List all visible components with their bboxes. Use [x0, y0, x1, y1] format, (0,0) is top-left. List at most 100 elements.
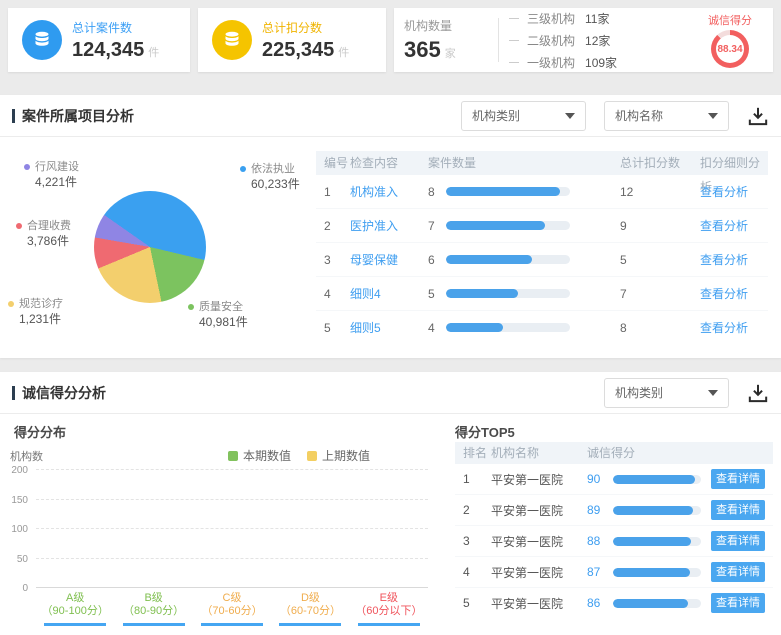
row-index: 2	[316, 219, 350, 233]
bar-track	[446, 289, 570, 298]
table-row: 3 母婴保健 6 5 查看分析	[316, 243, 768, 277]
org-level-count: 11家	[585, 10, 609, 27]
pie-chart	[94, 191, 206, 303]
bar-track	[446, 187, 570, 196]
y-tick-label: 150	[2, 495, 28, 506]
org-type-select[interactable]: 机构类别	[461, 101, 586, 131]
score-value: 87	[587, 565, 613, 579]
rank: 5	[455, 596, 491, 610]
table-header: 排名 机构名称 诚信得分	[455, 442, 773, 464]
chevron-down-icon	[708, 113, 718, 119]
column-header: 机构名称	[491, 442, 587, 464]
y-axis: 050100150200	[4, 470, 30, 588]
view-analysis-link[interactable]: 查看分析	[700, 319, 768, 336]
bar-track	[613, 599, 701, 608]
chart-title: 得分分布	[14, 422, 66, 441]
view-detail-button[interactable]: 查看详情	[711, 531, 765, 551]
bar-track	[446, 221, 570, 230]
row-index: 3	[316, 253, 350, 267]
legend-dot	[24, 164, 30, 170]
stat-card-total-deductions: 总计扣分数 225,345件	[198, 8, 386, 72]
stat-unit: 件	[338, 47, 349, 59]
pie-label: 行风建设 4,221件	[24, 160, 79, 190]
x-category-label: D级（60-70分）	[271, 592, 349, 618]
view-detail-button[interactable]: 查看详情	[711, 469, 765, 489]
stat-value: 124,345件	[72, 39, 159, 62]
rank: 3	[455, 534, 491, 548]
column-header: 排名	[455, 442, 491, 464]
view-analysis-link[interactable]: 查看分析	[700, 251, 768, 268]
deduct-value: 7	[620, 287, 700, 301]
gauge-value: 88.34	[716, 35, 744, 63]
section-title: 诚信得分分析	[22, 383, 106, 403]
check-item-link[interactable]: 细则5	[350, 319, 428, 336]
check-item-link[interactable]: 母婴保健	[350, 251, 428, 268]
case-panel-content: 依法执业 60,233件 质量安全 40,981件 规范诊疗 1,231件 合理…	[0, 137, 781, 357]
download-button[interactable]	[747, 106, 769, 126]
check-item-link[interactable]: 医护准入	[350, 217, 428, 234]
org-name: 平安第一医院	[491, 471, 587, 488]
legend-item: 上期数值	[307, 447, 370, 464]
legend-item: 本期数值	[228, 447, 291, 464]
org-level-count: 12家	[585, 32, 610, 49]
column-header: 总计扣分数	[620, 151, 700, 175]
org-name-select[interactable]: 机构名称	[604, 101, 729, 131]
bar-track	[613, 475, 701, 484]
table-row: 2 平安第一医院 89 查看详情	[455, 495, 773, 526]
org-name: 平安第一医院	[491, 564, 587, 581]
stat-value: 365家	[404, 37, 488, 63]
view-analysis-link[interactable]: 查看分析	[700, 183, 768, 200]
deduct-value: 9	[620, 219, 700, 233]
case-count-cell: 5	[428, 287, 620, 301]
view-analysis-link[interactable]: 查看分析	[700, 217, 768, 234]
column-header: 扣分细则分析	[700, 151, 768, 175]
download-button[interactable]	[747, 383, 769, 403]
top5-table: 排名 机构名称 诚信得分 1 平安第一医院 90 查看详情 2 平安第一医院 8…	[455, 442, 773, 618]
bar-fill	[446, 221, 545, 230]
score-value: 90	[587, 472, 613, 486]
deduct-value: 12	[620, 185, 700, 199]
pie-label: 规范诊疗 1,231件	[8, 297, 63, 327]
score-value: 89	[587, 503, 613, 517]
bar-fill	[446, 289, 518, 298]
divider	[498, 18, 499, 62]
org-breakdown-list: 三级机构 11家 二级机构 12家 一级机构 109家	[509, 10, 697, 71]
top5-title: 得分TOP5	[455, 422, 515, 441]
x-category-label: C级（70-60分）	[193, 592, 271, 618]
deduct-value: 5	[620, 253, 700, 267]
list-item: 一级机构 109家	[509, 54, 697, 71]
rank: 2	[455, 503, 491, 517]
org-type-select[interactable]: 机构类别	[604, 378, 729, 408]
bar-track	[613, 568, 701, 577]
score-analysis-panel: 诚信得分分析 机构类别 得分分布 机构数 本期数值	[0, 372, 781, 635]
case-count-cell: 8	[428, 185, 620, 199]
row-index: 1	[316, 185, 350, 199]
check-item-link[interactable]: 机构准入	[350, 183, 428, 200]
case-analysis-panel: 案件所属项目分析 机构类别 机构名称 依法执业	[0, 95, 781, 358]
stat-unit: 件	[148, 47, 159, 59]
bar-group: E级（60分以下）	[350, 470, 428, 588]
check-item-link[interactable]: 细则4	[350, 285, 428, 302]
score-value: 86	[587, 596, 613, 610]
column-header: 诚信得分	[587, 442, 773, 464]
tick-mark	[509, 18, 519, 19]
view-detail-button[interactable]: 查看详情	[711, 500, 765, 520]
org-count-block: 机构数量 365家	[404, 17, 488, 63]
bar-fill	[613, 599, 688, 608]
case-count-cell: 7	[428, 219, 620, 233]
bar-fill	[613, 475, 695, 484]
table-header: 编号 检查内容 案件数量 总计扣分数 扣分细则分析	[316, 151, 768, 175]
stat-card-total-cases: 总计案件数 124,345件	[8, 8, 190, 72]
legend-dot	[8, 301, 14, 307]
table-row: 5 平安第一医院 86 查看详情	[455, 588, 773, 618]
view-detail-button[interactable]: 查看详情	[711, 562, 765, 582]
view-analysis-link[interactable]: 查看分析	[700, 285, 768, 302]
bar-group: C级（70-60分）	[193, 470, 271, 588]
bar-fill	[446, 323, 503, 332]
bar-fill	[446, 187, 560, 196]
database-icon	[212, 20, 252, 60]
download-icon	[747, 106, 769, 126]
bar-group: A级（90-100分）	[36, 470, 114, 588]
stat-unit: 家	[445, 48, 456, 60]
view-detail-button[interactable]: 查看详情	[711, 593, 765, 613]
